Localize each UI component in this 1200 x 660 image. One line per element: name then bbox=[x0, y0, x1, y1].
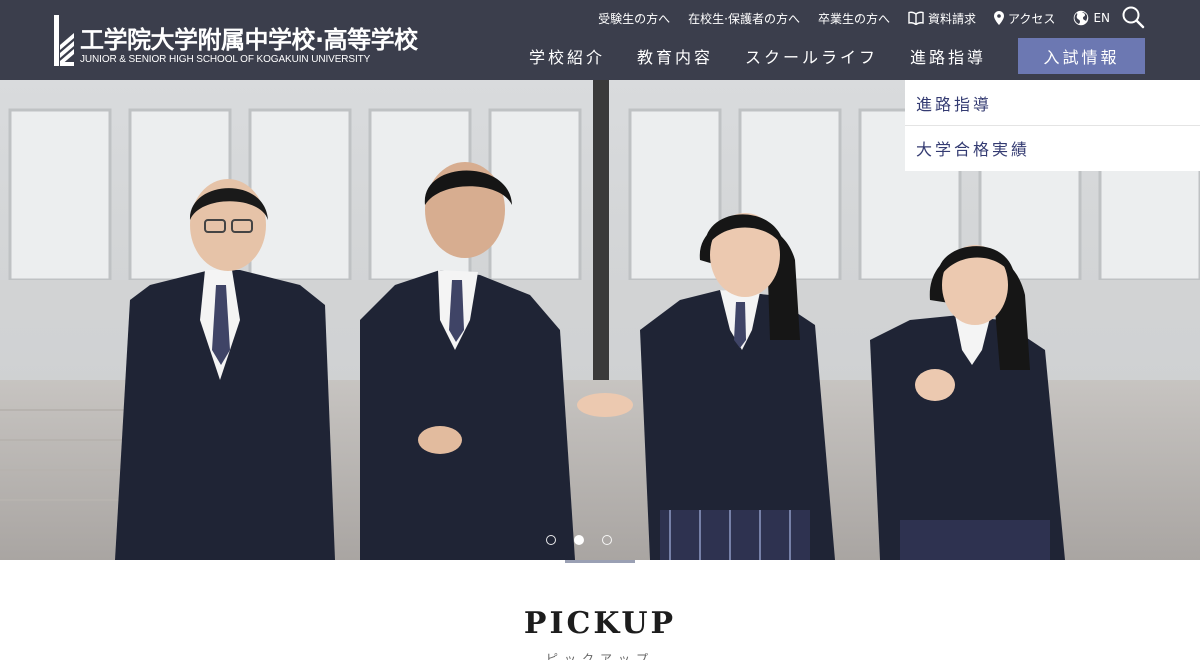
slideshow-progress-bar bbox=[565, 560, 635, 563]
nav-school-intro[interactable]: 学校紹介 bbox=[529, 44, 605, 68]
util-link-access[interactable]: アクセス bbox=[994, 10, 1055, 27]
utility-nav: 受験生の方へ 在校生·保護者の方へ 卒業生の方へ 資料請求 アクセス EN bbox=[598, 8, 1110, 28]
global-nav: 学校紹介 教育内容 スクールライフ 進路指導 入試情報 bbox=[497, 38, 1145, 74]
slide-dot-1[interactable] bbox=[546, 535, 556, 545]
slideshow-pagination bbox=[546, 535, 612, 545]
logo-mark-icon bbox=[54, 15, 74, 66]
search-button[interactable] bbox=[1121, 5, 1145, 29]
pickup-heading: PICKUP bbox=[523, 606, 677, 641]
slide-dot-3[interactable] bbox=[602, 535, 612, 545]
util-link-students-parents[interactable]: 在校生·保護者の方へ bbox=[688, 10, 800, 27]
logo-title: 工学院大学附属中学校·高等学校 bbox=[80, 26, 418, 54]
slide-dot-2[interactable] bbox=[574, 535, 584, 545]
dropdown-item-university-results[interactable]: 大学合格実績 bbox=[905, 125, 1200, 170]
logo-subtitle: JUNIOR & SENIOR HIGH SCHOOL OF KOGAKUIN … bbox=[80, 54, 371, 65]
util-link-applicants[interactable]: 受験生の方へ bbox=[598, 10, 670, 27]
nav-career-guidance[interactable]: 進路指導 bbox=[910, 44, 986, 68]
util-link-english[interactable]: EN bbox=[1073, 10, 1110, 26]
pickup-subheading: ピックアップ bbox=[545, 652, 654, 660]
book-icon bbox=[908, 11, 924, 25]
util-link-brochure[interactable]: 資料請求 bbox=[908, 10, 976, 27]
nav-education[interactable]: 教育内容 bbox=[637, 44, 713, 68]
globe-icon bbox=[1074, 10, 1089, 26]
career-guidance-dropdown: 進路指導 大学合格実績 bbox=[905, 80, 1200, 171]
util-link-alumni[interactable]: 卒業生の方へ bbox=[818, 10, 890, 27]
map-pin-icon bbox=[994, 11, 1005, 25]
nav-school-life[interactable]: スクールライフ bbox=[745, 44, 878, 68]
site-header: 工学院大学附属中学校·高等学校 JUNIOR & SENIOR HIGH SCH… bbox=[0, 0, 1200, 80]
search-icon bbox=[1122, 6, 1145, 29]
school-logo[interactable]: 工学院大学附属中学校·高等学校 JUNIOR & SENIOR HIGH SCH… bbox=[54, 14, 424, 68]
nav-admissions-button[interactable]: 入試情報 bbox=[1018, 38, 1145, 74]
dropdown-item-career-guidance[interactable]: 進路指導 bbox=[905, 80, 1200, 125]
